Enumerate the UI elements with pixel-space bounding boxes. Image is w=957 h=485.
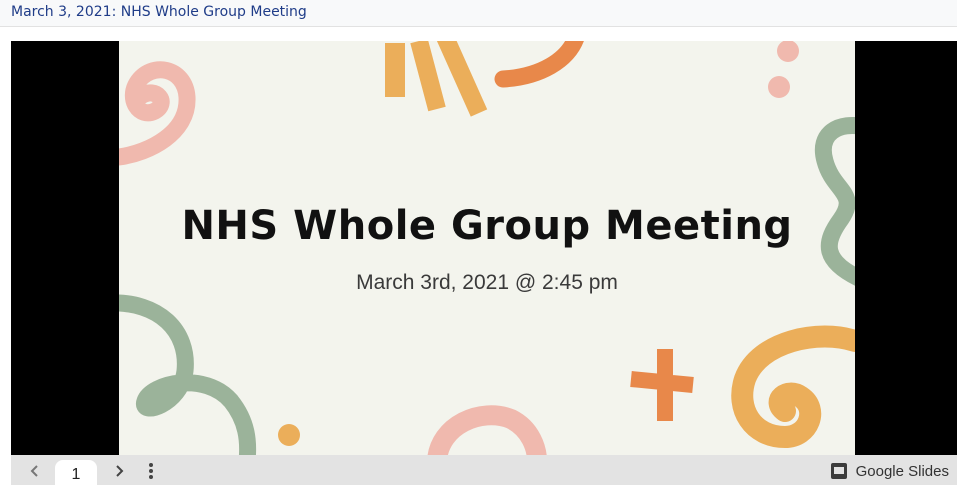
pink-arc-shape — [427, 405, 547, 455]
pink-dot-shape — [777, 41, 799, 62]
more-options-button[interactable] — [139, 459, 163, 483]
more-vert-icon — [149, 463, 153, 479]
orange-plus-shape — [630, 349, 694, 421]
next-slide-button[interactable] — [107, 459, 131, 483]
previous-slide-button[interactable] — [23, 459, 47, 483]
page-header: March 3, 2021: NHS Whole Group Meeting — [0, 0, 957, 27]
google-slides-link[interactable]: Google Slides — [830, 462, 949, 480]
green-swirl-shape — [119, 294, 257, 455]
chevron-right-icon — [116, 465, 124, 477]
slides-toolbar: 1 Google Slides — [11, 455, 957, 485]
chevron-left-icon — [30, 465, 38, 477]
slides-icon — [830, 463, 847, 479]
yellow-stripe-shape — [410, 41, 446, 112]
slide-title: NHS Whole Group Meeting — [181, 203, 793, 249]
slides-embed[interactable]: NHS Whole Group Meeting March 3rd, 2021 … — [11, 41, 957, 485]
brand-label: Google Slides — [855, 462, 949, 480]
page-number-field[interactable]: 1 — [55, 460, 97, 485]
slide-subtitle: March 3rd, 2021 @ 2:45 pm — [356, 271, 618, 294]
orange-arc-shape — [494, 41, 584, 88]
pink-dot-shape — [768, 76, 790, 98]
yellow-stripe-shape — [436, 41, 488, 117]
page-title: March 3, 2021: NHS Whole Group Meeting — [11, 4, 307, 20]
slide[interactable]: NHS Whole Group Meeting March 3rd, 2021 … — [119, 41, 855, 455]
pink-spiral-shape — [119, 61, 196, 166]
yellow-spiral-shape — [731, 325, 855, 449]
yellow-dot-shape — [278, 424, 300, 446]
